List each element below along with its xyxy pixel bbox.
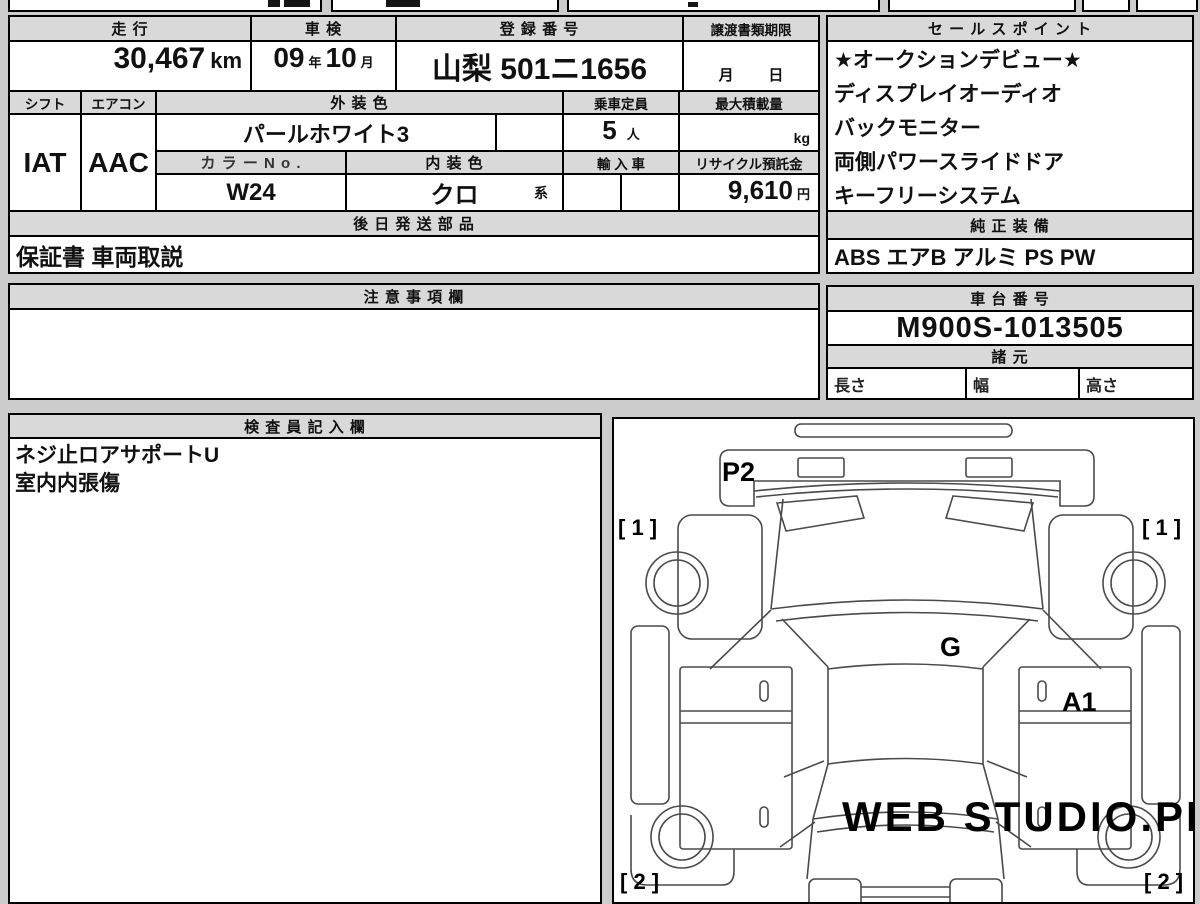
- rear-bumper-left: [808, 878, 862, 902]
- cutoff-text-fragment: [268, 0, 280, 7]
- cutoff-row-cell: [1082, 0, 1130, 12]
- cutoff-row-cell: [1136, 0, 1198, 12]
- front-bumper: [719, 449, 1095, 507]
- sales-point-line: バックモニター: [834, 117, 981, 140]
- chassis-no-value: M900S-1013505: [826, 310, 1194, 346]
- auction-sheet: 走 行 車 検 登 録 番 号 譲渡書類期限 30,467 km 09 年 10…: [0, 0, 1200, 904]
- inspector-notes-body: ネジ止ロアサポートU 室内内張傷: [8, 437, 602, 904]
- notes-header: 注 意 事 項 欄: [8, 283, 820, 310]
- transfer-deadline-value: 月 日: [682, 40, 820, 92]
- capacity-header: 乗車定員: [562, 90, 680, 115]
- front-right-wheel: [1102, 551, 1166, 615]
- sales-point-line: ディスプレイオーディオ: [834, 83, 1063, 106]
- max-load-value: kg: [678, 113, 820, 152]
- cutoff-text-fragment: [284, 0, 310, 7]
- windshield-right-edge: [1030, 498, 1044, 610]
- genuine-equipment-value: ABS エアB アルミ PS PW: [826, 238, 1194, 274]
- mark-front-left-1: [ 1 ]: [618, 515, 657, 540]
- mark-p2: P2: [722, 457, 755, 487]
- right-headlight: [965, 457, 1013, 478]
- genuine-equipment-header: 純 正 装 備: [826, 210, 1194, 240]
- aircon-header: エアコン: [80, 90, 157, 115]
- rear-bumper-right: [949, 878, 1003, 902]
- roof-rear-arc: [827, 757, 984, 765]
- later-parts-header: 後 日 発 送 部 品: [8, 210, 820, 237]
- inspector-notes-header: 検 査 員 記 入 欄: [8, 413, 602, 439]
- mark-rear-left-2: [ 2 ]: [620, 869, 659, 894]
- left-sill: [630, 625, 670, 805]
- car-diagram: WEB STUDIO.PRO P2 [ 1 ] [ 1 ] G A1 [ 2 ]…: [618, 423, 1193, 902]
- exterior-color-value: パールホワイト3: [155, 113, 497, 152]
- sales-point-line: 両側パワースライドドア: [834, 151, 1064, 174]
- notes-body: [8, 308, 820, 400]
- mileage-value: 30,467 km: [8, 40, 252, 92]
- recycle-deposit-header: リサイクル預託金: [678, 150, 820, 175]
- interior-color-header: 内 装 色: [345, 150, 564, 175]
- specs-header: 諸 元: [826, 344, 1194, 369]
- right-wiper: [944, 495, 1035, 532]
- sales-point-line: キーフリーシステム: [834, 185, 1021, 208]
- inspector-note-line: ネジ止ロアサポートU: [15, 444, 220, 467]
- exterior-color-extra-cell: [495, 113, 564, 152]
- cutoff-row-cell: [888, 0, 1076, 12]
- left-front-fender: [677, 514, 763, 640]
- transfer-deadline-header: 譲渡書類期限: [682, 15, 820, 42]
- recycle-fee-value: 9,610 円: [678, 173, 820, 212]
- left-doors: [679, 666, 793, 850]
- watermark: WEB STUDIO.PRO: [842, 793, 1193, 840]
- cutoff-text-fragment: [688, 2, 698, 7]
- front-trim-bar: [794, 423, 1013, 438]
- hood-rear-arc: [775, 611, 1039, 622]
- windshield-bottom-arc: [770, 599, 1044, 610]
- spec-width-cell: 幅: [965, 367, 1080, 400]
- import-car-header: 輸 入 車: [562, 150, 680, 175]
- max-load-header: 最大積載量: [678, 90, 820, 115]
- interior-color-value: クロ 系: [345, 173, 564, 212]
- left-headlight: [797, 457, 845, 478]
- door-handle: [759, 680, 769, 702]
- door-handle: [759, 806, 769, 828]
- roof-front-arc: [827, 663, 984, 670]
- cutoff-row-cell: [567, 0, 880, 12]
- cutoff-row-cell: [331, 0, 559, 12]
- shaken-value: 09 年 10 月: [250, 40, 397, 92]
- mark-rear-right-2: [ 2 ]: [1144, 869, 1183, 894]
- registration-header: 登 録 番 号: [395, 15, 684, 42]
- import-car-cell-1: [562, 173, 622, 212]
- mileage-header: 走 行: [8, 15, 252, 42]
- mark-front-right-1: [ 1 ]: [1142, 515, 1181, 540]
- front-left-wheel: [645, 551, 709, 615]
- chassis-no-header: 車 台 番 号: [826, 285, 1194, 312]
- right-front-fender: [1048, 514, 1134, 640]
- sales-point-line: ★オークションデビュー★: [834, 49, 1082, 72]
- windshield-left-edge: [770, 498, 784, 610]
- mark-a1: A1: [1062, 687, 1097, 717]
- shaken-header: 車 検: [250, 15, 397, 42]
- import-car-cell-2: [620, 173, 680, 212]
- aircon-value: AAC: [80, 113, 157, 212]
- sales-points-header: セ ー ル ス ポ イ ン ト: [826, 15, 1194, 42]
- cowl-arc-inner: [755, 488, 1059, 498]
- capacity-value: 5 人: [562, 113, 680, 152]
- door-handle: [1037, 680, 1047, 702]
- exterior-color-header: 外 装 色: [155, 90, 564, 115]
- spec-length-cell: 長さ: [826, 367, 967, 400]
- mark-g: G: [940, 632, 961, 662]
- color-no-value: W24: [155, 173, 347, 212]
- color-no-header: カ ラ ー N o .: [155, 150, 347, 175]
- sales-points-body: ★オークションデビュー★ ディスプレイオーディオ バックモニター 両側パワースラ…: [826, 40, 1194, 212]
- right-sill: [1141, 625, 1181, 805]
- left-wiper: [775, 495, 866, 532]
- inspector-note-line: 室内内張傷: [15, 472, 120, 495]
- cutoff-text-fragment: [386, 0, 420, 7]
- car-diagram-panel: WEB STUDIO.PRO P2 [ 1 ] [ 1 ] G A1 [ 2 ]…: [612, 417, 1195, 904]
- registration-value: 山梨 501ニ1656: [395, 40, 684, 92]
- rear-left-wheel: [650, 805, 714, 869]
- later-parts-value: 保証書 車両取説: [8, 235, 820, 274]
- spec-height-cell: 高さ: [1078, 367, 1194, 400]
- shift-header: シフト: [8, 90, 82, 115]
- shift-value: IAT: [8, 113, 82, 212]
